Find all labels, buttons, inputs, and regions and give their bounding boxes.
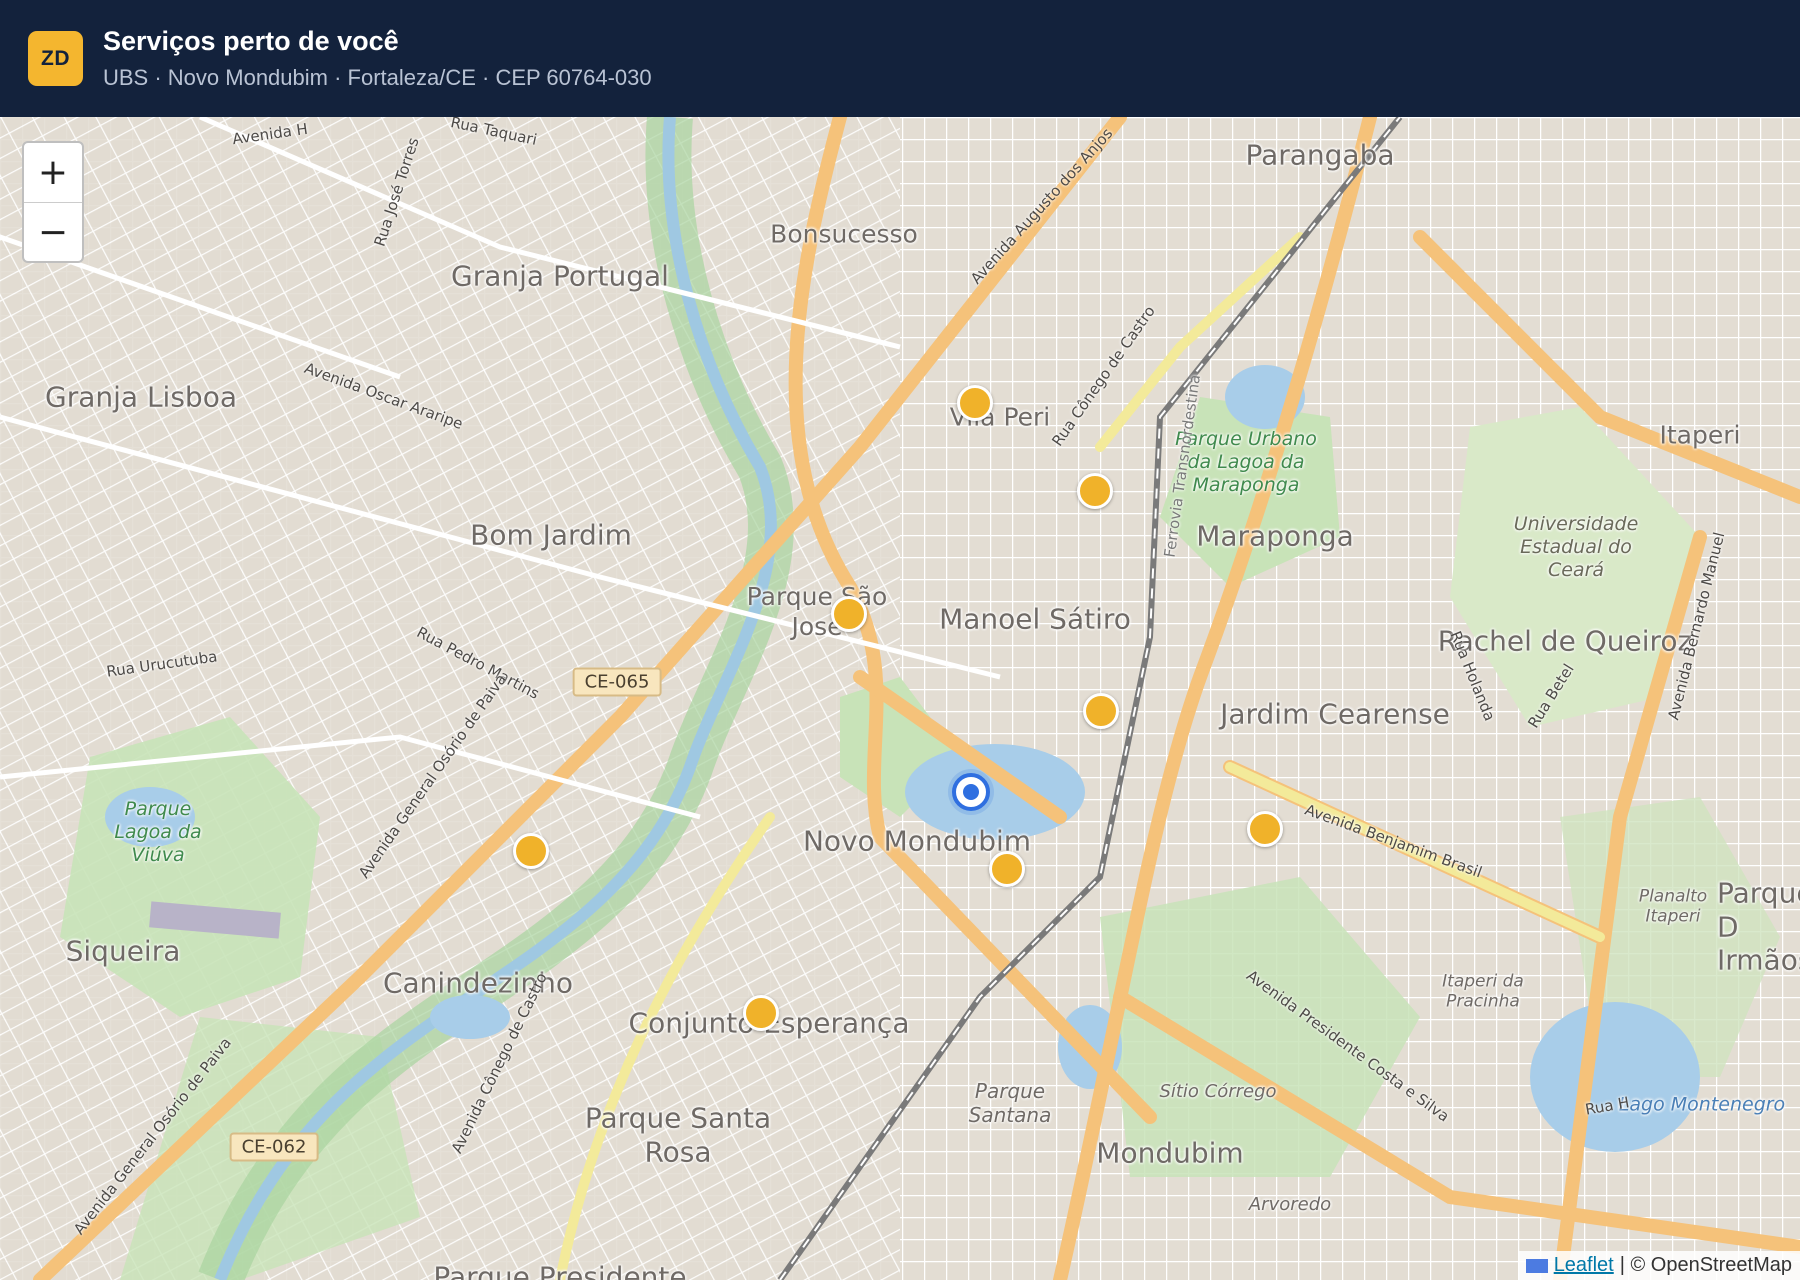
header-titles: Serviços perto de você UBS · Novo Mondub…	[103, 26, 652, 90]
ubs-marker[interactable]	[1247, 811, 1283, 847]
ubs-marker[interactable]	[513, 833, 549, 869]
zoom-in-button[interactable]: +	[24, 143, 82, 202]
place-label: Parque Presidente	[433, 1260, 687, 1280]
ubs-marker[interactable]	[743, 995, 779, 1031]
place-label: Granja Portugal	[451, 259, 669, 293]
place-label: Itaperi	[1659, 420, 1741, 450]
place-label: Itaperi da Pracinha	[1442, 971, 1524, 1012]
app-header: ZD Serviços perto de você UBS · Novo Mon…	[0, 0, 1800, 117]
leaflet-flag-icon	[1525, 1258, 1548, 1273]
park-label: Parque Lagoa da Viúva	[114, 797, 202, 866]
place-label: Planalto Itaperi	[1638, 886, 1708, 927]
place-label: Rachel de Queiroz	[1437, 624, 1693, 658]
map-attribution: Leaflet | © OpenStreetMap	[1517, 1251, 1800, 1280]
place-label: Mondubim	[1096, 1136, 1244, 1170]
place-label: Parangaba	[1245, 138, 1395, 172]
app-logo: ZD	[28, 31, 83, 86]
place-label: Maraponga	[1196, 519, 1354, 553]
map-view[interactable]: + − Parangaba Bonsucesso Granja Portugal…	[0, 117, 1800, 1280]
place-label: Sítio Córrego	[1159, 1081, 1277, 1103]
place-label: Manoel Sátiro	[939, 602, 1131, 636]
lake-label: Lago Montenegro	[1618, 1093, 1786, 1116]
zoom-control: + −	[22, 141, 84, 263]
place-label: Parque Santa Rosa	[584, 1101, 772, 1168]
osm-attribution: | © OpenStreetMap	[1619, 1254, 1792, 1276]
current-location-marker[interactable]	[952, 773, 990, 811]
place-label: Bom Jardim	[470, 518, 632, 552]
place-label: Jardim Cearense	[1220, 697, 1450, 731]
place-label: Siqueira	[65, 934, 181, 968]
place-label: Parque D Irmãos	[1717, 876, 1800, 977]
ubs-marker[interactable]	[957, 385, 993, 421]
ubs-marker[interactable]	[831, 596, 867, 632]
leaflet-link[interactable]: Leaflet	[1554, 1254, 1614, 1277]
park-label: Universidade Estadual do Ceará	[1513, 512, 1639, 581]
place-label: Arvoredo	[1248, 1194, 1332, 1216]
place-label: Parque Santana	[968, 1079, 1052, 1127]
ubs-marker[interactable]	[1077, 473, 1113, 509]
map-tiles	[0, 117, 1800, 1280]
ubs-marker[interactable]	[1083, 693, 1119, 729]
page-subtitle: UBS · Novo Mondubim · Fortaleza/CE · CEP…	[103, 65, 652, 91]
page-title: Serviços perto de você	[103, 26, 399, 57]
route-shield: CE-065	[572, 667, 662, 697]
location-dot	[963, 784, 979, 800]
route-shield: CE-062	[229, 1132, 319, 1162]
zoom-out-button[interactable]: −	[24, 202, 82, 261]
place-label: Parque São José	[746, 582, 888, 641]
ubs-marker[interactable]	[989, 851, 1025, 887]
place-label: Bonsucesso	[770, 219, 918, 249]
place-label: Granja Lisboa	[45, 380, 237, 414]
